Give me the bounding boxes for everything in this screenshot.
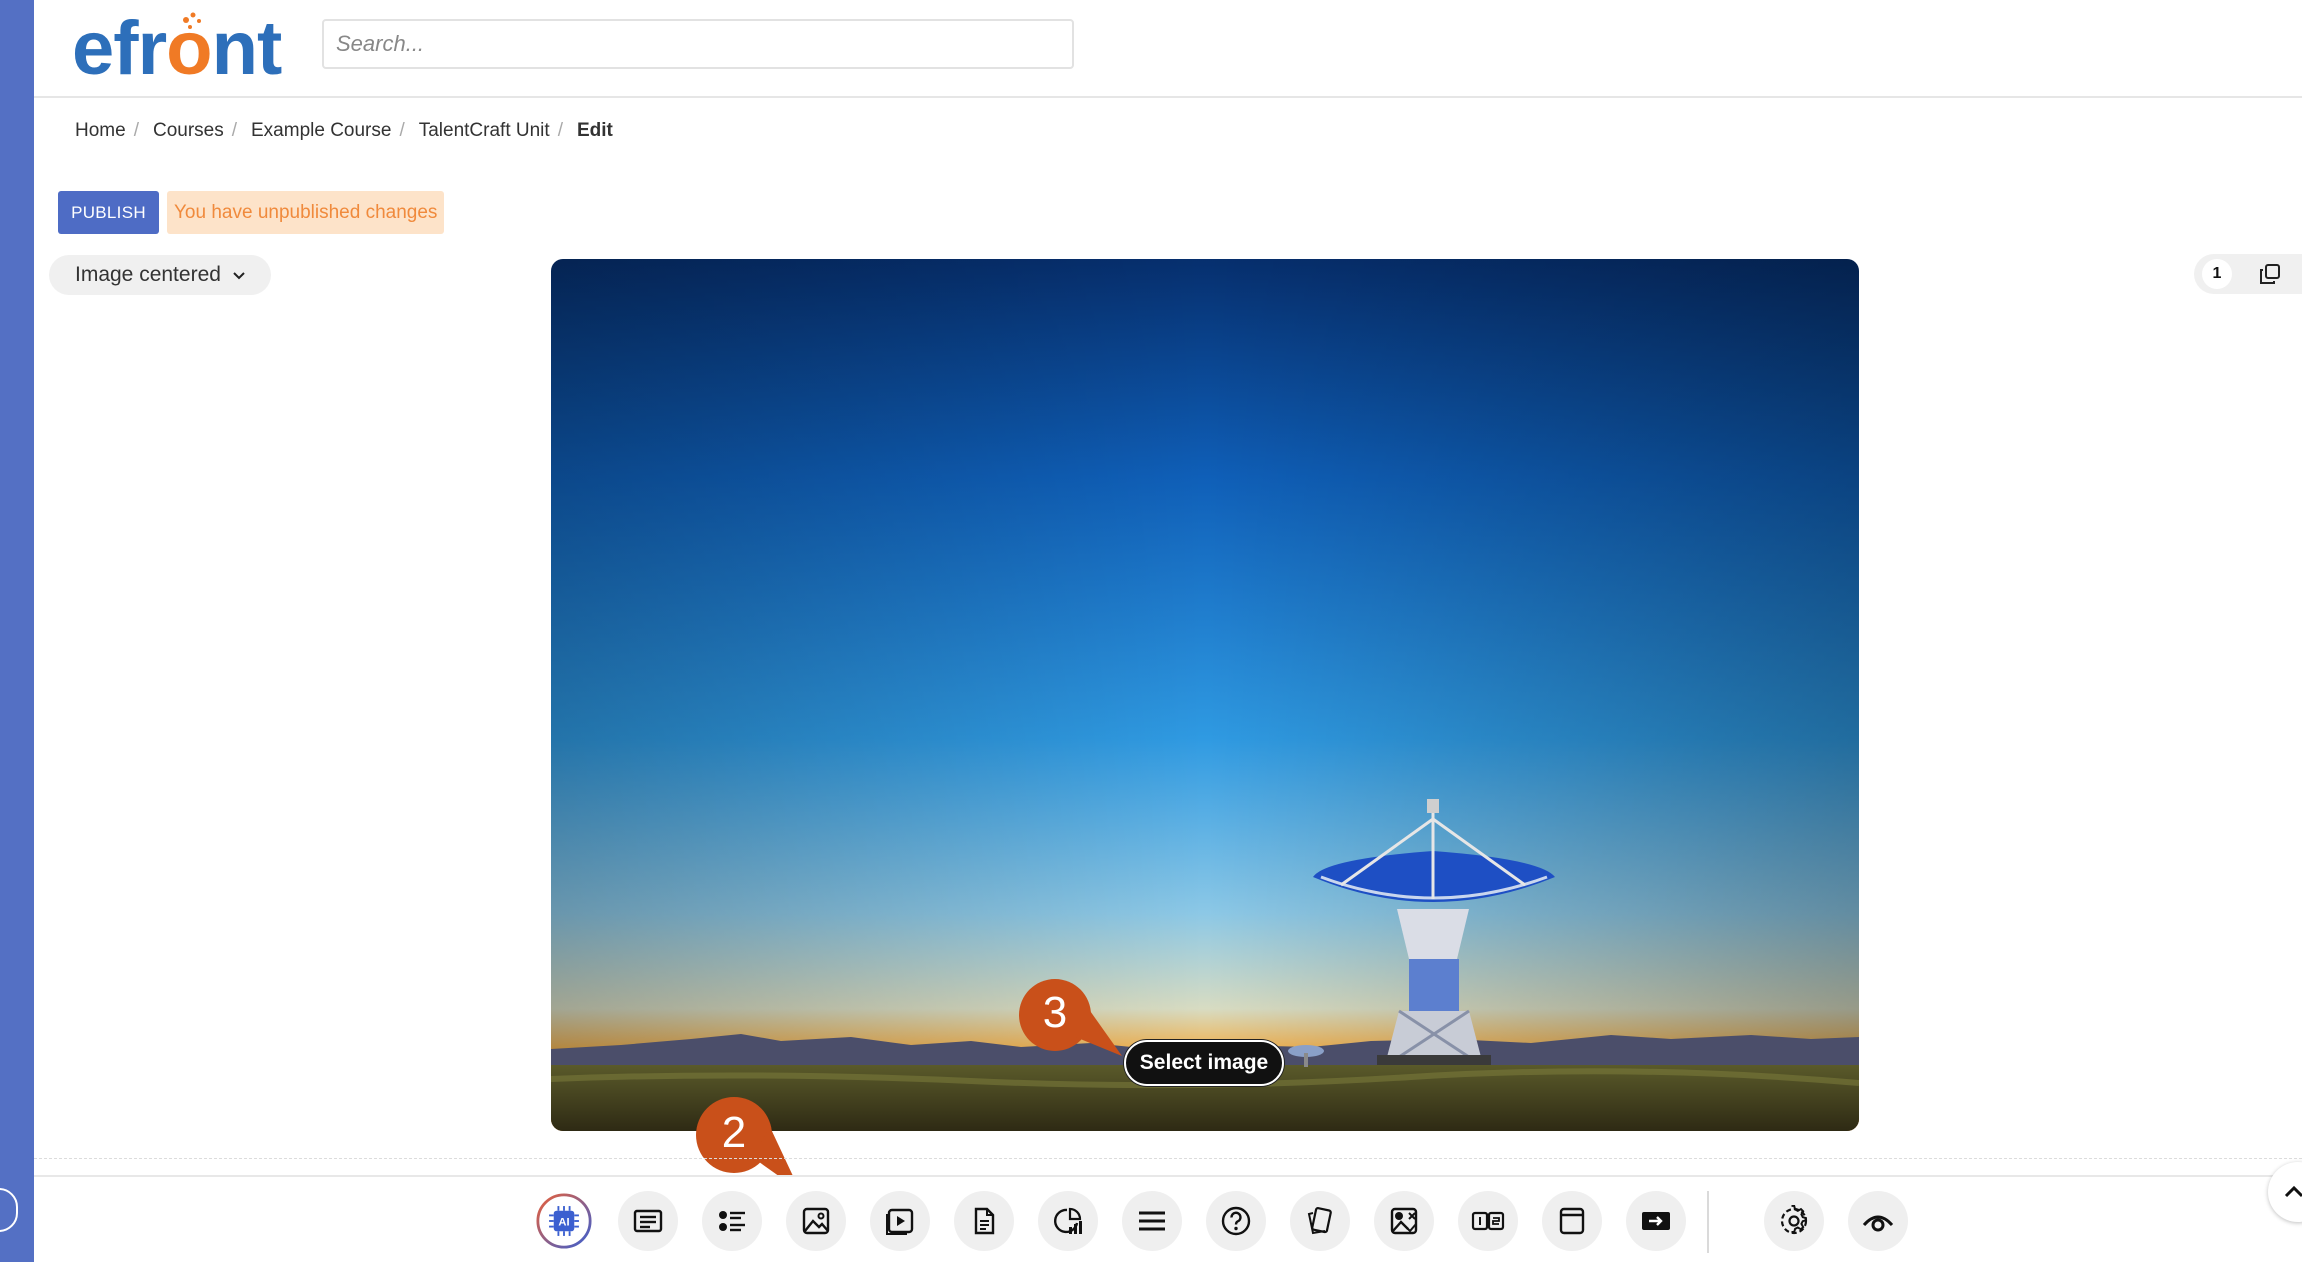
breadcrumb-example-course[interactable]: Example Course	[251, 120, 391, 142]
copy-icon[interactable]	[2258, 262, 2282, 286]
chart-icon	[1054, 1207, 1082, 1234]
step-2-number: 2	[721, 1108, 747, 1157]
image-quiz-icon	[1390, 1207, 1418, 1235]
breadcrumb-courses[interactable]: Courses	[153, 120, 224, 142]
video-icon	[886, 1208, 914, 1235]
toolbar-frame-button[interactable]	[1542, 1191, 1602, 1251]
document-icon	[974, 1207, 995, 1235]
breadcrumb-home[interactable]: Home	[75, 120, 126, 142]
question-icon	[1221, 1206, 1251, 1236]
svg-text:AI: AI	[558, 1217, 569, 1229]
chevron-up-icon	[2284, 1185, 2302, 1198]
scroll-to-top-button[interactable]	[2268, 1162, 2302, 1222]
content-divider	[34, 1158, 2302, 1159]
page-number-badge[interactable]: 1	[2202, 259, 2232, 289]
chevron-down-icon	[233, 272, 245, 280]
toolbar-text-button[interactable]	[618, 1191, 678, 1251]
block-toolbar: AI	[34, 1175, 2302, 1262]
text-block-icon	[633, 1209, 663, 1233]
publish-button[interactable]: PUBLISH	[58, 191, 159, 234]
toolbar-list-button[interactable]	[702, 1191, 762, 1251]
toolbar-image-quiz-button[interactable]	[1374, 1191, 1434, 1251]
breadcrumb: Home / Courses / Example Course / TalentCra…	[75, 120, 613, 142]
toolbar-flashcards-button[interactable]	[1290, 1191, 1350, 1251]
select-image-button[interactable]: Select image	[1124, 1040, 1284, 1086]
layout-dropdown[interactable]: Image centered	[49, 255, 271, 295]
page-controls: 1	[2194, 254, 2302, 294]
editor-window: efront Home/ Courses/ Example Course/ Ta…	[34, 0, 2302, 1262]
breadcrumb-current: Edit	[576, 120, 613, 141]
efront-logo[interactable]: efront	[72, 6, 282, 92]
top-header: efront	[34, 0, 2302, 98]
search-input[interactable]	[322, 19, 1074, 69]
toolbar-settings-button[interactable]	[1764, 1191, 1824, 1251]
left-accent-strip	[0, 0, 34, 1262]
embed-icon	[1642, 1212, 1670, 1230]
list-icon	[719, 1211, 745, 1232]
toolbar-document-button[interactable]	[954, 1191, 1014, 1251]
unpublished-changes-badge: You have unpublished changes	[167, 191, 445, 234]
gear-icon	[1780, 1205, 1808, 1235]
toolbar-lines-button[interactable]	[1122, 1191, 1182, 1251]
layout-dropdown-value: Image centered	[75, 263, 221, 286]
toolbar-ai-button[interactable]: AI	[534, 1191, 594, 1251]
ai-chip-icon: AI	[536, 1193, 592, 1249]
eye-icon	[1862, 1215, 1894, 1232]
radio-telescope-photo	[551, 259, 1859, 1131]
toolbar-video-button[interactable]	[870, 1191, 930, 1251]
toolbar-chart-button[interactable]	[1038, 1191, 1098, 1251]
columns-icon	[1471, 1211, 1505, 1231]
toolbar-columns-button[interactable]	[1458, 1191, 1518, 1251]
step-3-number: 3	[1042, 988, 1068, 1037]
lines-icon	[1139, 1211, 1165, 1231]
content-image[interactable]	[551, 259, 1859, 1131]
toolbar-separator	[1707, 1191, 1709, 1253]
toolbar-image-button[interactable]	[786, 1191, 846, 1251]
breadcrumb-unit[interactable]: TalentCraft Unit	[419, 120, 550, 142]
logo-wordmark: efront	[72, 6, 282, 91]
toolbar-preview-button[interactable]	[1848, 1191, 1908, 1251]
image-icon	[802, 1207, 830, 1235]
flashcards-icon	[1307, 1207, 1332, 1235]
toolbar-question-button[interactable]	[1206, 1191, 1266, 1251]
frame-icon	[1559, 1207, 1585, 1235]
toolbar-embed-button[interactable]	[1626, 1191, 1686, 1251]
